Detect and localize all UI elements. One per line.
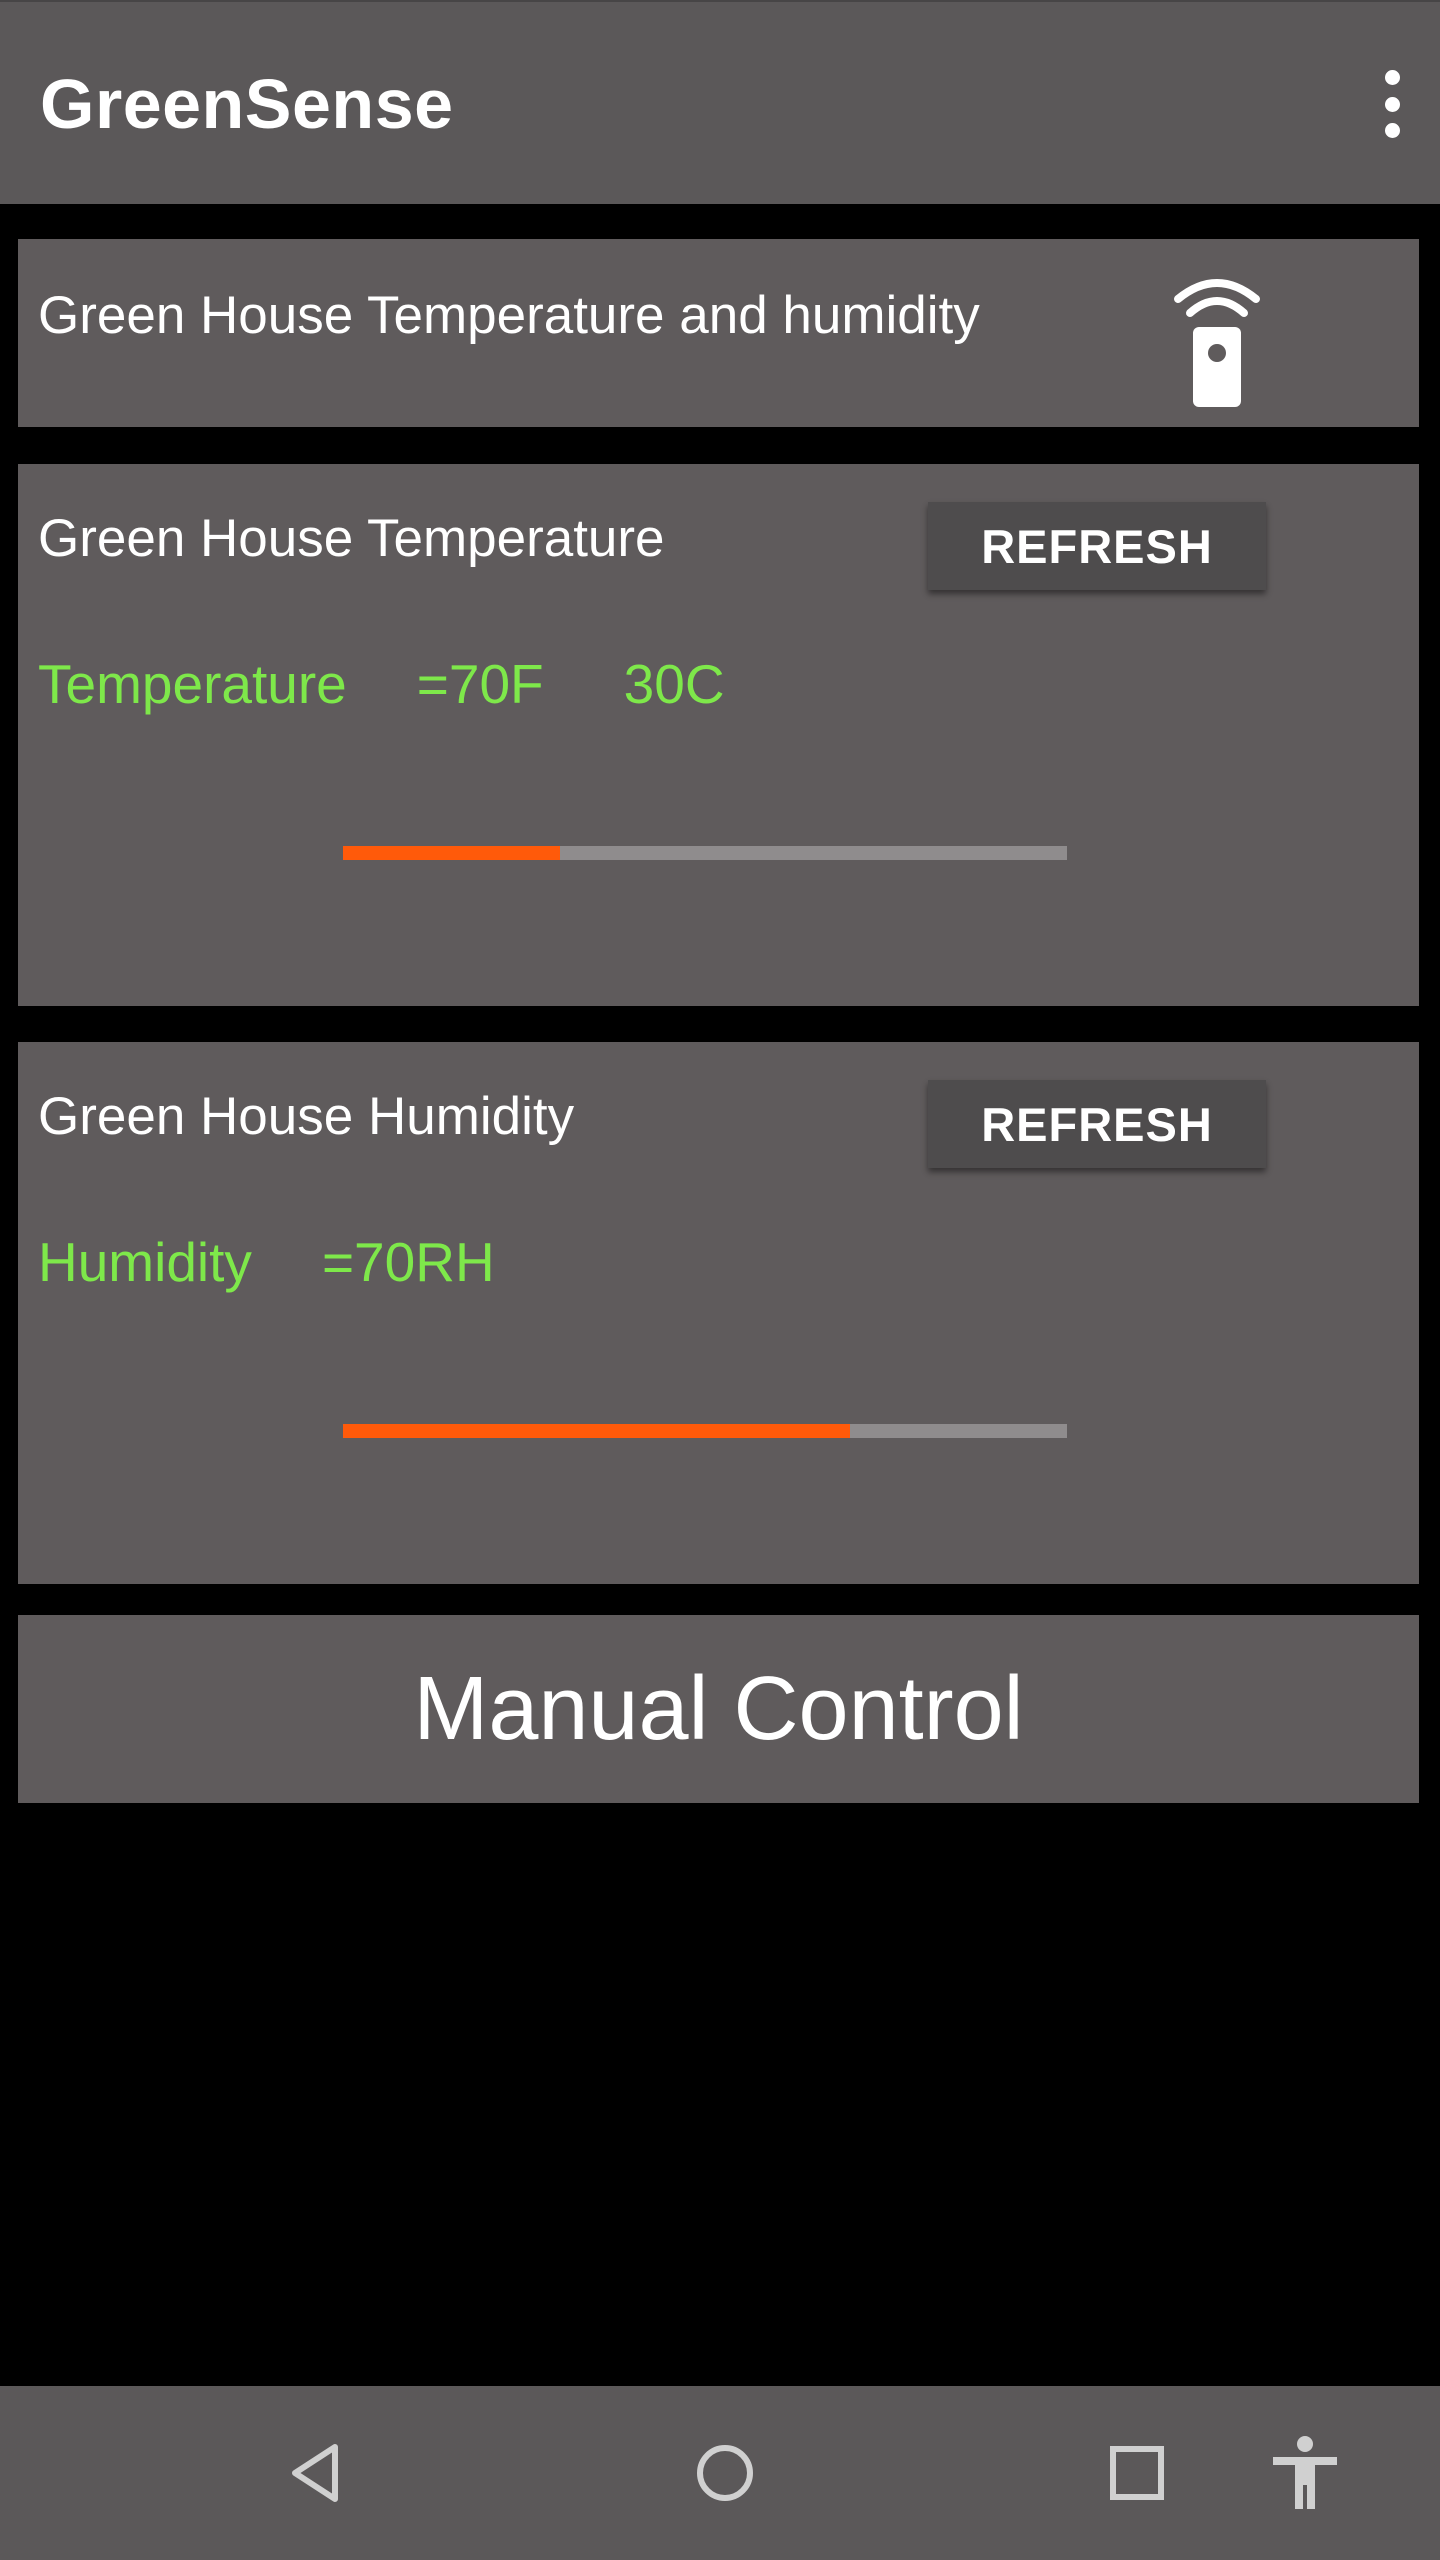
header-card: Green House Temperature and humidity	[18, 239, 1419, 427]
temperature-progress-fill	[343, 846, 561, 860]
humidity-progress-bar	[343, 1424, 1067, 1438]
temperature-label: Temperature	[38, 653, 347, 715]
temperature-value-c: 30C	[623, 653, 725, 715]
humidity-card-title: Green House Humidity	[38, 1087, 575, 1146]
recents-icon[interactable]	[1077, 2386, 1197, 2560]
manual-control-button[interactable]: Manual Control	[18, 1615, 1419, 1803]
humidity-refresh-button[interactable]: REFRESH	[928, 1080, 1266, 1168]
temperature-card: Green House Temperature REFRESH Temperat…	[18, 464, 1419, 1006]
remote-icon[interactable]	[1148, 269, 1278, 409]
humidity-value: =70RH	[321, 1231, 495, 1293]
humidity-progress-fill	[343, 1424, 850, 1438]
back-icon[interactable]	[255, 2386, 375, 2560]
home-icon[interactable]	[665, 2386, 785, 2560]
temperature-progress-bar	[343, 846, 1067, 860]
manual-control-label: Manual Control	[413, 1658, 1024, 1759]
header-title: Green House Temperature and humidity	[38, 286, 980, 345]
humidity-card: Green House Humidity REFRESH Humidity =7…	[18, 1042, 1419, 1584]
humidity-label: Humidity	[38, 1231, 252, 1293]
humidity-reading: Humidity =70RH	[38, 1230, 495, 1294]
temperature-reading: Temperature =70F 30C	[38, 652, 725, 716]
temperature-refresh-button[interactable]: REFRESH	[928, 502, 1266, 590]
system-nav-bar	[0, 2386, 1440, 2560]
temperature-card-title: Green House Temperature	[38, 509, 665, 568]
overflow-menu-icon[interactable]	[1372, 70, 1412, 138]
app-title: GreenSense	[40, 65, 454, 143]
app-bar: GreenSense	[0, 0, 1440, 204]
temperature-value-f: =70F	[416, 653, 544, 715]
accessibility-icon[interactable]	[1245, 2386, 1365, 2560]
